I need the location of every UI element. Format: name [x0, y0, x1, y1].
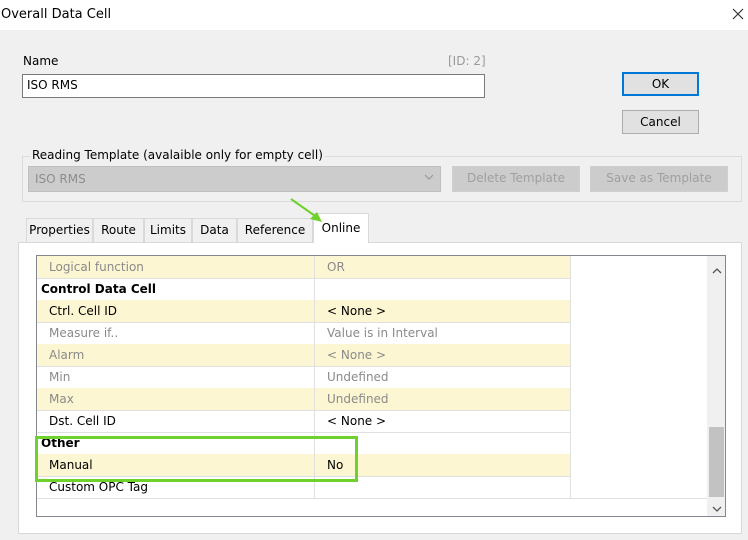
tab-limits[interactable]: Limits: [144, 218, 192, 242]
property-extra: [570, 410, 707, 432]
property-extra: [570, 278, 707, 300]
chevron-up-icon[interactable]: [712, 264, 722, 278]
property-name: Max: [37, 388, 314, 410]
table-row[interactable]: Min Undefined: [37, 366, 707, 389]
tab-route[interactable]: Route: [93, 218, 144, 242]
property-name: Measure if..: [49, 326, 119, 340]
property-extra: [570, 366, 707, 388]
table-row[interactable]: Dst. Cell ID < None >: [37, 410, 707, 433]
property-value: < None >: [314, 344, 570, 366]
property-value: Undefined: [314, 366, 570, 388]
tab-data[interactable]: Data: [192, 218, 237, 242]
annotation-highlight-box: [35, 436, 358, 482]
property-extra: [570, 322, 707, 344]
table-row[interactable]: Ctrl. Cell ID < None >: [37, 300, 707, 323]
close-icon[interactable]: [728, 4, 748, 24]
save-template-button[interactable]: Save as Template: [590, 166, 728, 192]
template-select-value: ISO RMS: [35, 172, 86, 186]
ok-button[interactable]: OK: [622, 72, 699, 96]
window-title: Overall Data Cell: [1, 7, 112, 22]
property-extra: [570, 432, 707, 454]
property-name: Alarm: [37, 344, 314, 366]
table-row[interactable]: Logical function OR: [37, 256, 707, 279]
reading-template-label: Reading Template (avalaible only for emp…: [30, 148, 325, 162]
name-label: Name: [23, 54, 59, 68]
table-row: Control Data Cell: [37, 278, 707, 301]
scrollbar-thumb[interactable]: [709, 427, 724, 497]
template-select[interactable]: ISO RMS: [28, 166, 441, 192]
chevron-down-icon: [424, 171, 434, 185]
property-extra: [570, 256, 707, 278]
property-extra: [570, 300, 707, 322]
delete-template-button[interactable]: Delete Template: [452, 166, 580, 192]
property-value: Value is in Interval: [314, 322, 570, 344]
cancel-button[interactable]: Cancel: [622, 110, 699, 134]
property-name: Min: [49, 370, 71, 384]
section-header: Control Data Cell: [41, 282, 157, 296]
title-bar: [0, 0, 748, 30]
property-value: OR: [314, 256, 570, 278]
name-input[interactable]: ISO RMS: [22, 74, 485, 98]
table-row[interactable]: Max Undefined: [37, 388, 707, 411]
tab-properties[interactable]: Properties: [26, 218, 93, 242]
green-arrow-icon: [288, 196, 328, 226]
property-value: Undefined: [314, 388, 570, 410]
property-name: Ctrl. Cell ID: [37, 300, 314, 322]
property-name: Dst. Cell ID: [49, 414, 116, 428]
property-extra: [570, 454, 707, 476]
id-label: [ID: 2]: [448, 54, 486, 68]
property-value: < None >: [314, 410, 570, 432]
property-name: Logical function: [37, 256, 314, 278]
property-value: [314, 278, 570, 300]
vertical-scrollbar[interactable]: [707, 256, 725, 516]
property-extra: [570, 476, 707, 498]
table-row[interactable]: Alarm < None >: [37, 344, 707, 367]
chevron-down-icon[interactable]: [712, 502, 722, 516]
table-row[interactable]: Measure if.. Value is in Interval: [37, 322, 707, 345]
property-value: < None >: [314, 300, 570, 322]
property-extra: [570, 344, 707, 366]
property-extra: [570, 388, 707, 410]
